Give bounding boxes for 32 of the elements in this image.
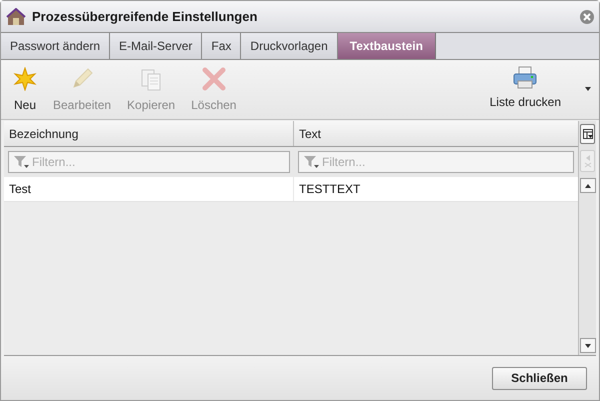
filter-field[interactable]: Filtern... — [8, 151, 290, 173]
column-header[interactable]: Text — [294, 121, 578, 146]
tab[interactable]: Textbaustein — [338, 33, 436, 59]
x-icon — [202, 67, 226, 91]
window-title: Prozessübergreifende Einstellungen — [32, 8, 258, 26]
column-chooser-button[interactable] — [580, 124, 595, 144]
scroll-down-button[interactable] — [580, 338, 596, 353]
star-icon — [13, 67, 37, 91]
filter-field[interactable]: Filtern... — [298, 151, 574, 173]
print-button[interactable]: Liste drucken — [484, 64, 567, 119]
up-arrow-icon — [584, 184, 590, 188]
table-cell: Test — [4, 177, 294, 201]
table-icon — [582, 129, 592, 139]
house-icon — [6, 8, 26, 26]
down-arrow-icon — [584, 344, 590, 348]
documents-icon — [139, 67, 164, 91]
pencil-icon — [70, 67, 94, 91]
tab[interactable]: Druckvorlagen — [241, 33, 338, 59]
tab[interactable]: Passwort ändern — [1, 33, 110, 59]
dropdown-caret-icon[interactable] — [585, 86, 591, 90]
filter-icon — [303, 155, 319, 169]
scroll-up-button[interactable] — [580, 178, 596, 193]
close-icon[interactable] — [580, 10, 594, 24]
column-header[interactable]: Bezeichnung — [4, 121, 294, 146]
close-button[interactable]: Schließen — [492, 366, 587, 390]
tab[interactable]: E-Mail-Server — [110, 33, 202, 59]
new-button[interactable]: Neu — [7, 64, 43, 119]
table-cell-text: TESTTEXT — [298, 181, 362, 198]
tab[interactable]: Fax — [202, 33, 242, 59]
clear-icon — [584, 154, 592, 168]
filter-icon — [13, 155, 29, 169]
printer-icon — [512, 66, 538, 90]
